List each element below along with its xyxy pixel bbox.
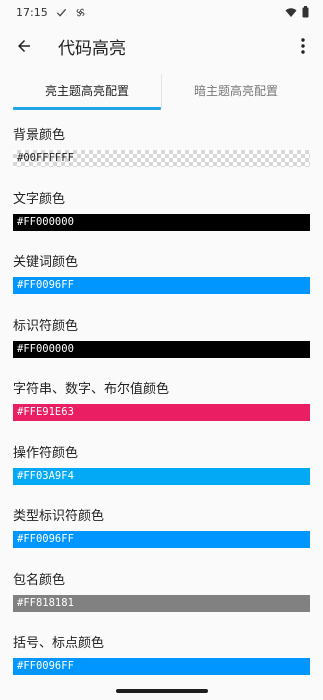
color-swatch[interactable]: #FF0096FF xyxy=(13,658,310,675)
color-label: 括号、标点颜色 xyxy=(13,636,105,651)
color-label: 标识符颜色 xyxy=(13,318,79,334)
tab-light-theme[interactable]: 亮主题高亮配置 xyxy=(13,70,161,110)
status-right xyxy=(285,6,309,18)
color-item-operator[interactable]: 操作符颜色 #FF03A9F4 xyxy=(13,440,310,504)
color-item-type-identifier[interactable]: 类型标识符颜色 #FF0096FF xyxy=(13,503,310,567)
color-label: 关键词颜色 xyxy=(13,255,79,270)
tab-dark-theme[interactable]: 暗主题高亮配置 xyxy=(162,70,310,110)
color-swatch[interactable]: #FF000000 xyxy=(13,340,310,358)
color-label: 操作符颜色 xyxy=(13,445,79,461)
tab-bar: 亮主题高亮配置 暗主题高亮配置 xyxy=(0,70,323,110)
more-vert-icon[interactable] xyxy=(291,32,315,60)
color-label: 字符串、数字、布尔值颜色 xyxy=(13,382,170,397)
color-swatch[interactable]: #FF03A9F4 xyxy=(13,467,310,485)
color-item-keyword[interactable]: 关键词颜色 #FF0096FF xyxy=(13,249,310,313)
arrow-left-icon[interactable] xyxy=(10,32,38,60)
color-item-punctuation[interactable]: 括号、标点颜色 #FF0096FF xyxy=(13,630,310,694)
pinwheel-icon xyxy=(75,7,86,18)
battery-icon xyxy=(302,6,309,18)
color-label: 背景颜色 xyxy=(13,128,66,143)
color-list: 背景颜色 #00FFFFFF 文字颜色 #FF000000 关键词颜色 #FF0… xyxy=(0,122,323,694)
color-label: 文字颜色 xyxy=(13,191,66,207)
color-item-text[interactable]: 文字颜色 #FF000000 xyxy=(13,186,310,250)
color-swatch[interactable]: #FF0096FF xyxy=(13,531,310,548)
tab-label: 亮主题高亮配置 xyxy=(44,83,129,98)
color-label: 类型标识符颜色 xyxy=(13,509,105,524)
color-item-background[interactable]: 背景颜色 #00FFFFFF xyxy=(13,122,310,186)
color-swatch[interactable]: #FF0096FF xyxy=(13,277,310,294)
page-title: 代码高亮 xyxy=(58,38,126,59)
color-item-identifier[interactable]: 标识符颜色 #FF000000 xyxy=(13,313,310,377)
color-swatch[interactable]: #FF000000 xyxy=(13,213,310,231)
color-swatch[interactable]: #FF818181 xyxy=(13,594,310,612)
app-bar: 代码高亮 xyxy=(0,24,323,68)
status-bar: 17:15 xyxy=(0,0,323,24)
check-icon xyxy=(56,7,67,18)
status-time: 17:15 xyxy=(16,5,48,19)
status-left: 17:15 xyxy=(16,6,86,19)
tab-label: 暗主题高亮配置 xyxy=(193,83,278,98)
color-item-package[interactable]: 包名颜色 #FF818181 xyxy=(13,567,310,631)
color-swatch[interactable]: #FFE91E63 xyxy=(13,404,310,421)
color-label: 包名颜色 xyxy=(13,572,66,588)
gesture-nav-handle[interactable] xyxy=(115,689,208,693)
color-swatch[interactable]: #00FFFFFF xyxy=(13,150,310,167)
color-item-literal[interactable]: 字符串、数字、布尔值颜色 #FFE91E63 xyxy=(13,376,310,440)
wifi-icon xyxy=(285,7,297,18)
